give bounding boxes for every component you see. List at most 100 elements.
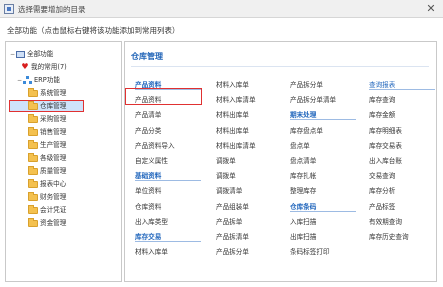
- function-link[interactable]: 产品标签: [369, 201, 395, 211]
- function-link[interactable]: 盘点清单: [290, 155, 316, 165]
- tree-item[interactable]: 销售管理: [28, 126, 66, 138]
- function-link[interactable]: 产品组装单: [216, 201, 249, 211]
- tree-item[interactable]: 生产管理: [28, 139, 66, 151]
- folder-icon: [28, 152, 38, 162]
- function-link[interactable]: 材料出库单: [216, 125, 249, 135]
- group-heading-underline: [369, 89, 435, 90]
- function-link[interactable]: 库存查询: [369, 94, 395, 104]
- function-link[interactable]: 出入库台账: [369, 155, 402, 165]
- function-link[interactable]: 库存扎帐: [290, 170, 316, 180]
- tree-item-label: ERP功能: [34, 76, 60, 84]
- tree-item-label: 生产管理: [40, 141, 67, 149]
- function-link[interactable]: 单位资料: [135, 185, 161, 195]
- function-link[interactable]: 库存历史查询: [369, 231, 409, 241]
- function-link[interactable]: 盘点单: [290, 140, 310, 150]
- function-link[interactable]: 材料入库单: [135, 246, 168, 256]
- folder-icon: [28, 113, 38, 123]
- function-link[interactable]: 库存盘点单: [290, 125, 323, 135]
- tree-item-label: 全部功能: [27, 50, 54, 58]
- tree-item[interactable]: 仓库管理: [28, 100, 66, 112]
- function-link[interactable]: 仓库资料: [135, 201, 161, 211]
- function-group-heading: 库存交易: [135, 233, 162, 241]
- tree-item[interactable]: − 全部功能: [9, 48, 53, 60]
- org-chart-icon: [23, 76, 32, 84]
- computer-icon: [16, 50, 25, 58]
- title-bar: 选择需要增加的目录 ✕: [0, 0, 443, 18]
- group-heading-underline: [290, 119, 356, 121]
- function-link[interactable]: 产品资料导入: [135, 140, 175, 150]
- tree-toggle-icon[interactable]: −: [9, 49, 16, 61]
- panel-title: 仓库管理: [131, 52, 163, 61]
- group-heading-underline: [290, 210, 356, 212]
- folder-icon: [28, 139, 38, 149]
- tree-item-label: 系统管理: [40, 89, 67, 97]
- function-group-heading: 期末处理: [290, 111, 317, 120]
- window-title: 选择需要增加的目录: [18, 5, 86, 14]
- function-link[interactable]: 出入库类型: [135, 216, 168, 226]
- function-link[interactable]: 自定义属性: [135, 155, 168, 165]
- folder-icon: [28, 126, 38, 136]
- tree-item[interactable]: 资金管理: [28, 217, 66, 229]
- folder-icon: [28, 165, 38, 175]
- tree-item[interactable]: 系统管理: [28, 87, 66, 99]
- tree-item-label: 采购管理: [40, 115, 67, 123]
- function-link[interactable]: 交易查询: [369, 170, 395, 180]
- heart-icon: ♥: [21, 62, 29, 71]
- group-heading-underline: [135, 241, 201, 242]
- tree-item-label: 财务管理: [40, 193, 67, 201]
- function-link[interactable]: 产品拆分单: [216, 246, 249, 256]
- tree-item[interactable]: ♥ 我的常用(7): [21, 61, 67, 73]
- tree-item-label: 各级管理: [40, 154, 67, 162]
- function-link[interactable]: 产品拆分单清单: [290, 94, 336, 104]
- function-link[interactable]: 产品拆分单: [290, 79, 323, 89]
- tree-item-label: 销售管理: [40, 128, 67, 136]
- function-link[interactable]: 产品分类: [135, 125, 161, 135]
- tree-item-label: 我的常用(7): [31, 63, 67, 71]
- app-icon: [4, 4, 14, 14]
- tree-item[interactable]: 质量管理: [28, 165, 66, 177]
- folder-icon: [28, 204, 38, 214]
- function-link[interactable]: 产品清单: [135, 109, 161, 119]
- group-heading-underline: [135, 180, 201, 182]
- folder-icon: [28, 100, 38, 110]
- tree-item-label: 资金管理: [40, 219, 67, 227]
- function-link[interactable]: 库存分析: [369, 185, 395, 195]
- folder-icon: [28, 217, 38, 227]
- function-link[interactable]: 材料入库单: [216, 79, 249, 89]
- tree-item[interactable]: 采购管理: [28, 113, 66, 125]
- function-link[interactable]: 库存金额: [369, 109, 395, 119]
- tree-toggle-icon[interactable]: −: [16, 75, 23, 87]
- function-link[interactable]: 调拨单: [216, 170, 236, 180]
- function-link[interactable]: 出库扫描: [290, 231, 316, 241]
- tree-item-label: 质量管理: [40, 167, 67, 175]
- tree-item[interactable]: 财务管理: [28, 191, 66, 203]
- function-link[interactable]: 材料出库单: [216, 109, 249, 119]
- function-link[interactable]: 整理库存: [290, 185, 316, 195]
- tree-item[interactable]: − ERP功能: [16, 74, 60, 86]
- function-link[interactable]: 条码标签打印: [290, 246, 330, 256]
- panel-title-divider: [131, 66, 429, 67]
- function-group-heading: 仓库条码: [290, 202, 317, 211]
- function-group-heading: 基础资料: [135, 172, 162, 181]
- tree-item[interactable]: 报表中心: [28, 178, 66, 190]
- tree-item-label: 仓库管理: [40, 102, 67, 110]
- function-link[interactable]: 有效期查询: [369, 216, 402, 226]
- tree-item-label: 会计凭证: [40, 206, 67, 214]
- function-link[interactable]: 调拨单: [216, 155, 236, 165]
- function-link[interactable]: 调拨清单: [216, 185, 242, 195]
- folder-icon: [28, 178, 38, 188]
- tree-item[interactable]: 各级管理: [28, 152, 66, 164]
- function-link[interactable]: 库存明细表: [369, 125, 402, 135]
- hint-text: 全部功能（点击鼠标右键将该功能添加到常用列表）: [7, 26, 180, 35]
- folder-icon: [28, 191, 38, 201]
- function-link[interactable]: 产品拆单: [216, 216, 242, 226]
- close-button[interactable]: ✕: [424, 2, 438, 16]
- function-link[interactable]: 材料出库清单: [216, 140, 256, 150]
- tree-item[interactable]: 会计凭证: [28, 204, 66, 216]
- selected-function-highlight: [125, 88, 202, 105]
- function-group-heading: 查询报表: [369, 81, 396, 89]
- function-link[interactable]: 材料入库清单: [216, 94, 256, 104]
- function-link[interactable]: 库存交易表: [369, 140, 402, 150]
- function-link[interactable]: 产品拆清单: [216, 231, 249, 241]
- function-link[interactable]: 入库扫描: [290, 216, 316, 226]
